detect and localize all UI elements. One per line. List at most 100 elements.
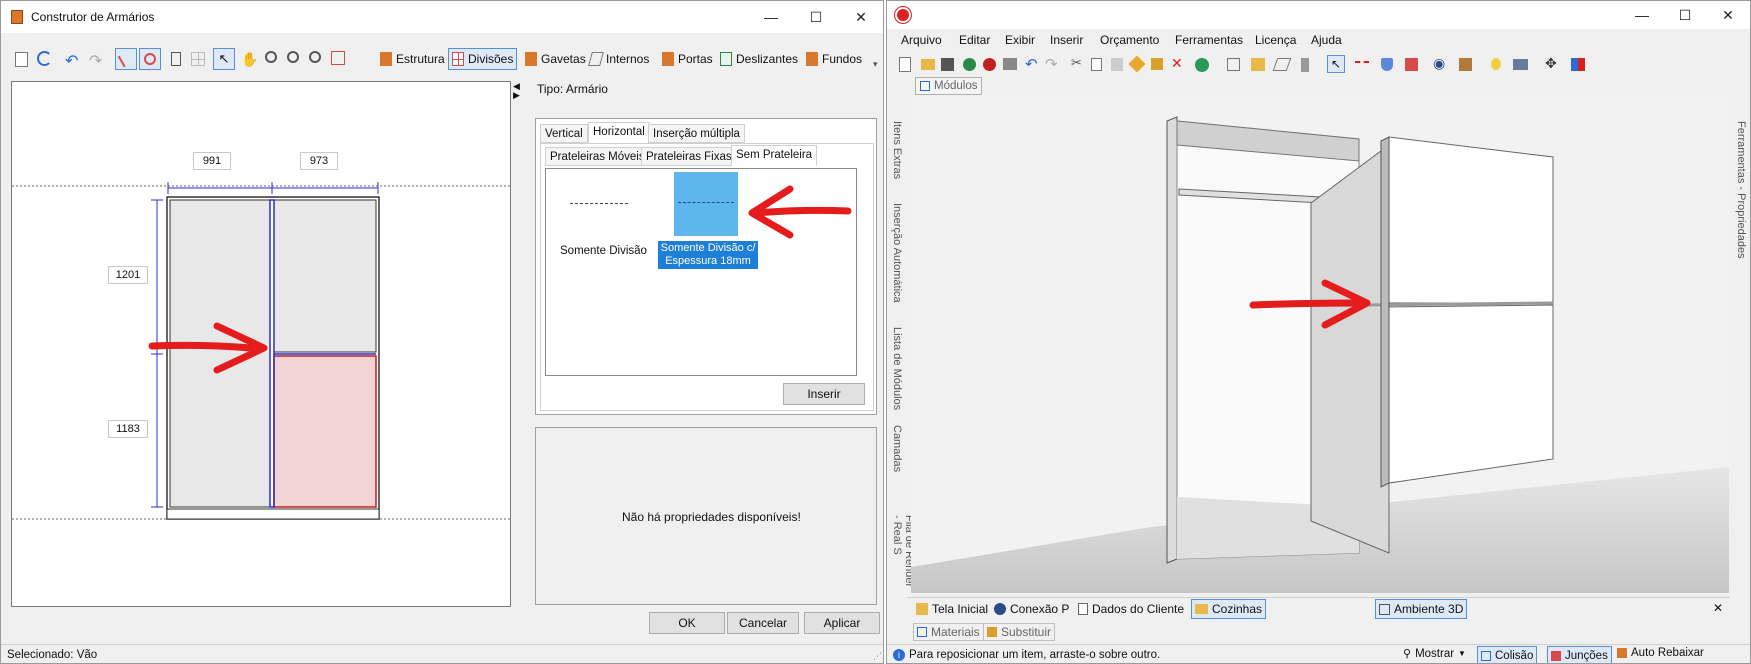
tab-sem-prateleira[interactable]: Sem Prateleira [731,145,818,166]
apply-button[interactable]: Aplicar [804,612,880,634]
render-icon[interactable] [963,58,976,71]
zoom-out-icon[interactable] [309,51,321,63]
minimize-button[interactable]: — [751,1,791,33]
open-folder-icon[interactable] [921,59,935,70]
tab-vertical[interactable]: Vertical [540,124,588,143]
tab-materiais[interactable]: Materiais [913,623,984,641]
select-icon[interactable]: ↖ [1327,55,1345,73]
tab-gavetas[interactable]: Gavetas [522,48,589,70]
tab-prateleiras-fixas[interactable]: Prateleiras Fixas [641,147,737,166]
tab-fundos[interactable]: Fundos [803,48,865,70]
tab-divisoes[interactable]: Divisões [448,48,518,70]
shield-icon[interactable] [1381,58,1393,71]
light-icon[interactable] [1491,58,1501,70]
print-icon[interactable] [1003,58,1017,70]
tab-tela-inicial[interactable]: Tela Inicial [913,599,991,619]
close-tab-icon[interactable]: ✕ [1713,601,1723,615]
dimension-height-bottom[interactable]: 1183 [108,420,148,438]
table-icon[interactable] [191,52,205,66]
menu-arquivo[interactable]: Arquivo [901,33,942,47]
zoom-extents-icon[interactable] [331,51,345,65]
redo-icon[interactable]: ↷ [89,51,102,71]
cancel-button[interactable]: Cancelar [727,612,799,634]
status-mostrar[interactable]: ⚲ Mostrar ▼ [1403,647,1466,661]
cut-icon[interactable]: ✂ [1071,55,1082,71]
option-somente-divisao[interactable]: Somente Divisão [552,175,652,265]
zoom-window-icon[interactable] [265,51,277,63]
eye-icon[interactable]: ◉ [1433,55,1445,72]
tabs-overflow-icon[interactable]: ▾ [873,59,878,70]
side-tab-lista-de-modulos[interactable]: Lista de Módulos [891,327,903,410]
tab-deslizantes[interactable]: Deslizantes [717,48,801,70]
redo-icon[interactable]: ↷ [1045,55,1058,73]
side-tab-itens-extras[interactable]: Itens Extras [891,121,903,179]
tab-portas[interactable]: Portas [659,48,716,70]
status-auto-rebaixar[interactable]: Auto Rebaixar [1617,647,1704,659]
render-hd-icon[interactable] [983,58,996,71]
materials-icon[interactable] [1195,58,1209,72]
tab-conexao-p[interactable]: Conexão P [991,599,1072,619]
measure-icon[interactable] [1355,61,1369,67]
magic-icon[interactable] [1128,55,1146,73]
dimension-width-right[interactable]: 973 [300,152,338,170]
side-tab-insercao-automatica[interactable]: Inserção Automática [891,203,903,303]
palette-icon[interactable] [1571,58,1585,71]
status-colisao[interactable]: Colisão [1477,646,1538,663]
minimize-button[interactable]: — [1622,1,1662,29]
insert-button[interactable]: Inserir [783,383,865,405]
side-tab-ferramentas-propriedades[interactable]: Ferramentas - Propriedades [1735,121,1747,259]
tab-prateleiras-moveis[interactable]: Prateleiras Móveis [545,147,650,166]
tab-dados-do-cliente[interactable]: Dados do Cliente [1075,599,1187,619]
collapse-right-icon[interactable]: ▶ [513,90,520,101]
dimension-height-top[interactable]: 1201 [108,266,148,284]
side-tab-camadas[interactable]: Camadas [891,425,903,472]
menu-editar[interactable]: Editar [959,33,990,47]
status-juncoes[interactable]: Junções [1547,646,1612,663]
wall-icon[interactable] [1301,58,1309,72]
paint-icon[interactable] [1151,58,1163,70]
close-button[interactable]: ✕ [841,1,881,33]
copy-icon[interactable] [1091,58,1102,71]
tab-ambiente-3d[interactable]: Ambiente 3D [1375,599,1468,619]
menu-exibir[interactable]: Exibir [1005,33,1035,47]
close-button[interactable]: ✕ [1708,1,1748,29]
new-file-icon[interactable] [899,57,911,72]
tab-horizontal[interactable]: Horizontal [588,122,650,143]
tab-cozinhas[interactable]: Cozinhas [1191,599,1267,619]
tab-estrutura[interactable]: Estrutura [377,48,448,70]
camera-icon[interactable] [1513,59,1528,70]
dimension-width-left[interactable]: 991 [193,152,231,170]
new-icon[interactable] [15,52,28,67]
bracket-icon[interactable] [171,52,181,66]
save-icon[interactable] [941,58,954,71]
ok-button[interactable]: OK [649,612,725,634]
layout-icon[interactable] [1227,58,1240,71]
paste-icon[interactable] [1111,58,1123,71]
shape-icon[interactable] [1272,58,1292,71]
menu-licenca[interactable]: Licença [1255,33,1296,47]
3d-viewport[interactable] [911,97,1729,593]
delete-icon[interactable]: ✕ [1171,55,1183,72]
undo-icon[interactable]: ↶ [1025,55,1038,73]
tab-modulos[interactable]: Módulos [915,77,983,95]
refresh-icon[interactable] [37,51,52,66]
maximize-button[interactable]: ☐ [796,1,836,33]
box-icon[interactable] [1459,58,1472,71]
colors-icon[interactable] [1405,58,1418,71]
move-icon[interactable]: ✥ [1545,55,1557,72]
drawing-canvas[interactable]: 991 973 1201 1183 [11,81,512,607]
menu-ajuda[interactable]: Ajuda [1311,33,1342,47]
select-arrow-icon[interactable]: ↖ [213,48,235,70]
menu-inserir[interactable]: Inserir [1050,33,1083,47]
maximize-button[interactable]: ☐ [1665,1,1705,29]
resize-grip-icon[interactable]: ⋰ [873,651,882,662]
tab-substituir[interactable]: Substituir [983,623,1056,641]
tab-internos[interactable]: Internos [587,48,652,70]
menu-ferramentas[interactable]: Ferramentas [1175,33,1243,47]
pan-hand-icon[interactable]: ✋ [241,51,258,68]
undo-icon[interactable]: ↶ [65,51,78,71]
modules-icon[interactable] [1251,58,1265,71]
menu-orcamento[interactable]: Orçamento [1100,33,1159,47]
tab-insercao-multipla[interactable]: Inserção múltipla [648,124,745,143]
zoom-in-icon[interactable] [287,51,299,63]
